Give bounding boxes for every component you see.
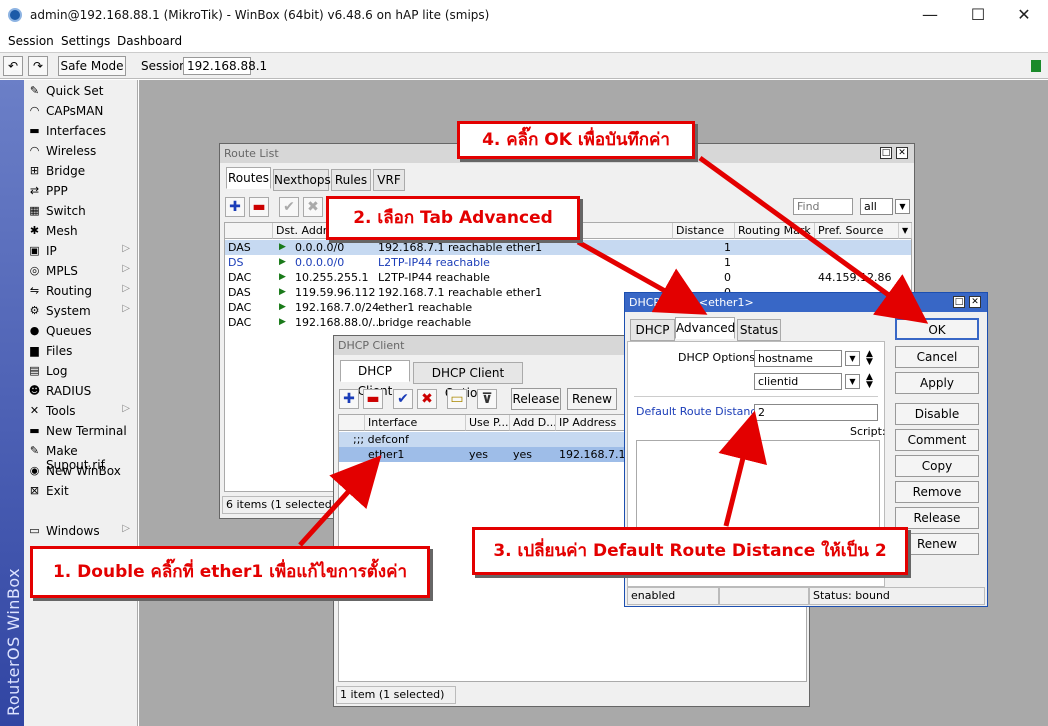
arrow-step1	[298, 455, 382, 547]
arrow-step2	[576, 239, 708, 315]
callout-step2: 2. เลือก Tab Advanced	[326, 196, 580, 240]
callout-step4: 4. คลิ๊ก OK เพื่อบันทึกค่า	[457, 121, 695, 159]
arrow-step4	[698, 155, 929, 324]
annotation-arrows	[298, 155, 929, 547]
arrow-step3	[718, 410, 767, 527]
callout-step1: 1. Double คลิ๊กที่ ether1 เพื่อแก้ไขการต…	[30, 546, 430, 598]
callout-step3: 3. เปลี่ยนค่า Default Route Distance ให้…	[472, 527, 908, 575]
